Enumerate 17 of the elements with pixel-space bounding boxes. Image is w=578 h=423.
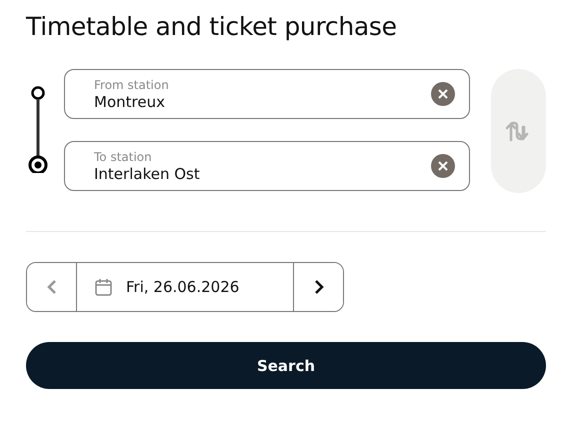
station-field[interactable]: To station Interlaken Ost	[64, 141, 470, 191]
station-input[interactable]: Montreux	[94, 92, 431, 110]
search-button[interactable]: Search	[26, 342, 546, 389]
clear-button[interactable]	[431, 154, 455, 178]
close-icon	[438, 89, 448, 99]
date-text: Fri, 26.06.2026	[126, 278, 240, 296]
calendar-icon	[95, 278, 112, 296]
chevron-left-icon	[46, 279, 56, 295]
clear-button[interactable]	[431, 82, 455, 106]
station-field[interactable]: From station Montreux	[64, 69, 470, 119]
close-icon	[438, 161, 448, 171]
field-label: From station	[94, 78, 170, 92]
swap-icon	[506, 120, 532, 142]
page-title: Timetable and ticket purchase	[26, 12, 398, 41]
chevron-right-icon	[314, 279, 324, 295]
field-label: To station	[94, 150, 153, 164]
station-input[interactable]: Interlaken Ost	[94, 164, 431, 182]
